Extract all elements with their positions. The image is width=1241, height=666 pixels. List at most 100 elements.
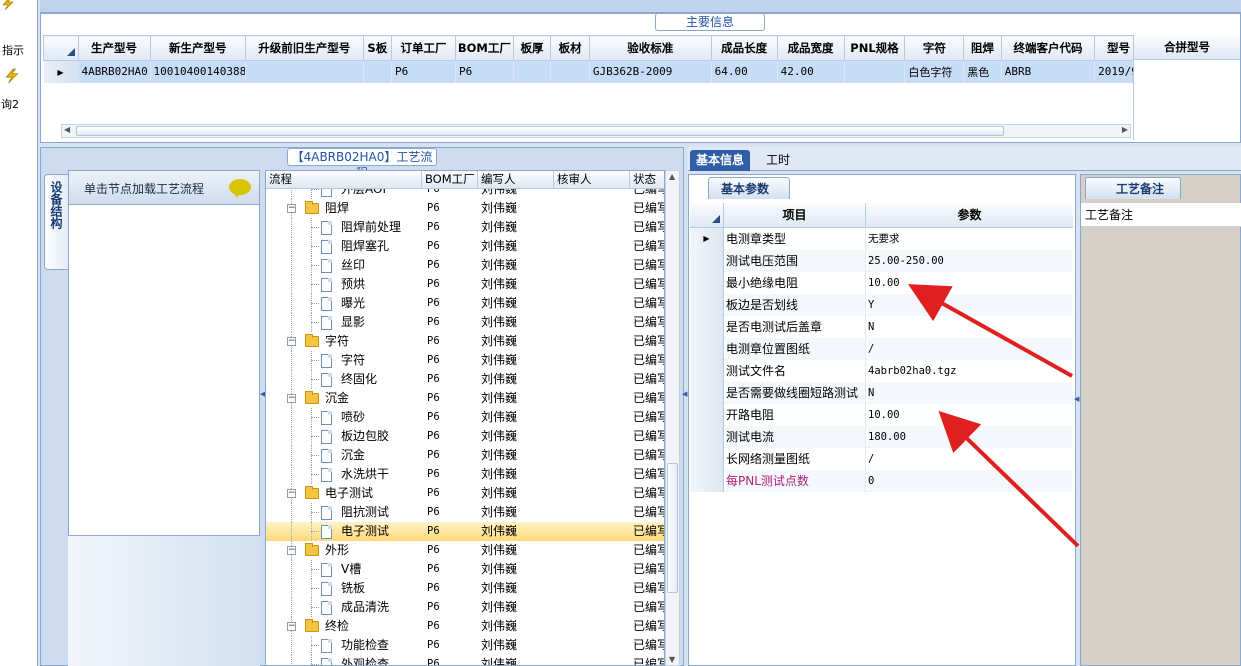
col-status[interactable]: 状态: [630, 171, 664, 189]
tree-row[interactable]: 板边包胶 P6 刘伟巍 已编写: [266, 427, 664, 446]
scroll-left-icon[interactable]: ◀: [64, 125, 70, 134]
param-row[interactable]: 开路电阻 10.00: [690, 404, 1073, 426]
tree-row[interactable]: 功能检查 P6 刘伟巍 已编写: [266, 636, 664, 655]
table-cell[interactable]: 4ABRB02HA0: [78, 60, 151, 83]
table-cell[interactable]: 黑色: [963, 60, 1002, 83]
tree-row[interactable]: 阻焊塞孔 P6 刘伟巍 已编写: [266, 237, 664, 256]
column-header[interactable]: 成品宽度: [776, 35, 845, 61]
tree-row[interactable]: 曝光 P6 刘伟巍 已编写: [266, 294, 664, 313]
sidebar-item-label-1[interactable]: 询2: [1, 96, 37, 112]
scroll-down-icon[interactable]: ▼: [669, 655, 675, 664]
tree-row[interactable]: − 沉金 P6 刘伟巍 已编写: [266, 389, 664, 408]
col-flow[interactable]: 流程: [266, 171, 422, 189]
param-value[interactable]: /: [868, 448, 1073, 470]
row-indicator[interactable]: [690, 250, 724, 272]
scroll-thumb[interactable]: [76, 126, 1004, 136]
row-indicator[interactable]: [690, 470, 724, 492]
table-cell[interactable]: [550, 60, 590, 83]
param-value[interactable]: 4abrb02ha0.tgz: [868, 360, 1073, 382]
collapse-icon[interactable]: −: [287, 489, 296, 498]
param-row[interactable]: 电测章位置图纸 /: [690, 338, 1073, 360]
col-param[interactable]: 参数: [866, 203, 1073, 228]
param-row[interactable]: 是否电测试后盖章 N: [690, 316, 1073, 338]
tree-row[interactable]: − 阻焊 P6 刘伟巍 已编写: [266, 199, 664, 218]
row-indicator[interactable]: [690, 338, 724, 360]
column-header[interactable]: 成品长度: [710, 35, 778, 61]
table-cell[interactable]: [513, 60, 552, 83]
param-value[interactable]: 10.00: [868, 272, 1073, 294]
tree-row[interactable]: 字符 P6 刘伟巍 已编写: [266, 351, 664, 370]
row-indicator[interactable]: [690, 360, 724, 382]
splitter-left-icon[interactable]: ◀: [260, 390, 265, 410]
tree-row[interactable]: − 终检 P6 刘伟巍 已编写: [266, 617, 664, 636]
table-cell[interactable]: GJB362B-2009: [589, 60, 712, 83]
table-cell[interactable]: [245, 60, 364, 83]
param-row[interactable]: 测试文件名 4abrb02ha0.tgz: [690, 360, 1073, 382]
tree-row[interactable]: 阻抗测试 P6 刘伟巍 已编写: [266, 503, 664, 522]
column-header[interactable]: 板厚: [512, 35, 552, 61]
table-cell[interactable]: 64.00: [711, 60, 778, 83]
column-header[interactable]: 订单工厂: [391, 35, 456, 61]
tab-work-hours[interactable]: 工时: [760, 150, 796, 171]
table-cell[interactable]: 10010400140388: [150, 60, 246, 83]
param-value[interactable]: 10.00: [868, 404, 1073, 426]
param-value[interactable]: N: [868, 316, 1073, 338]
row-indicator[interactable]: [690, 382, 724, 404]
grid-corner[interactable]: [690, 203, 724, 228]
tree-vscrollbar[interactable]: ▲ ▼: [665, 170, 680, 666]
tree-row[interactable]: 外层AOI P6 刘伟巍 已编写: [266, 189, 664, 199]
tree-row[interactable]: 丝印 P6 刘伟巍 已编写: [266, 256, 664, 275]
sidebar-item-label-0[interactable]: 指示: [2, 42, 37, 58]
tree-row[interactable]: 预烘 P6 刘伟巍 已编写: [266, 275, 664, 294]
scroll-right-icon[interactable]: ▶: [1122, 125, 1128, 134]
column-header[interactable]: 型号: [1094, 35, 1133, 61]
tab-process-notes[interactable]: 工艺备注: [1085, 177, 1181, 199]
param-row[interactable]: 是否需要做线圈短路测试 N: [690, 382, 1073, 404]
column-header[interactable]: 阻焊: [963, 35, 1002, 61]
column-header[interactable]: 验收标准: [588, 35, 712, 61]
param-value[interactable]: /: [868, 338, 1073, 360]
tree-row[interactable]: − 电子测试 P6 刘伟巍 已编写: [266, 484, 664, 503]
row-indicator[interactable]: [690, 272, 724, 294]
tree-row[interactable]: 沉金 P6 刘伟巍 已编写: [266, 446, 664, 465]
param-value[interactable]: 0: [868, 470, 1073, 492]
param-row[interactable]: ▶ 电测章类型 无要求: [690, 228, 1073, 250]
column-header[interactable]: S板: [362, 35, 393, 61]
column-header[interactable]: 生产型号: [77, 35, 151, 61]
table-cell[interactable]: 白色字符: [904, 60, 965, 83]
grid-corner[interactable]: [43, 35, 79, 61]
tab-basic-params[interactable]: 基本参数: [708, 177, 790, 199]
tree-row[interactable]: 显影 P6 刘伟巍 已编写: [266, 313, 664, 332]
collapse-icon[interactable]: −: [287, 394, 296, 403]
col-bom-factory[interactable]: BOM工厂: [422, 171, 478, 189]
param-row[interactable]: 板边是否划线 Y: [690, 294, 1073, 316]
table-cell[interactable]: ABRB: [1001, 60, 1096, 83]
splitter-right-icon[interactable]: ◀: [1074, 395, 1079, 403]
row-indicator[interactable]: ▶: [43, 60, 79, 83]
collapse-icon[interactable]: −: [287, 204, 296, 213]
col-reviewer[interactable]: 核审人: [554, 171, 630, 189]
main-info-hscrollbar[interactable]: ◀ ▶: [61, 124, 1131, 138]
param-row[interactable]: 测试电压范围 25.00-250.00: [690, 250, 1073, 272]
param-row[interactable]: 每PNL测试点数 0: [690, 470, 1073, 492]
tree-row[interactable]: 水洗烘干 P6 刘伟巍 已编写: [266, 465, 664, 484]
table-cell[interactable]: [844, 60, 906, 83]
param-value[interactable]: 25.00-250.00: [868, 250, 1073, 272]
row-indicator[interactable]: [690, 448, 724, 470]
param-value[interactable]: Y: [868, 294, 1073, 316]
collapse-icon[interactable]: −: [287, 546, 296, 555]
column-header[interactable]: BOM工厂: [454, 35, 514, 61]
tree-row[interactable]: 成品清洗 P6 刘伟巍 已编写: [266, 598, 664, 617]
row-indicator[interactable]: [690, 426, 724, 448]
table-cell[interactable]: P6: [455, 60, 514, 83]
column-header[interactable]: 终端客户代码: [1000, 35, 1096, 61]
param-value[interactable]: 无要求: [868, 228, 1073, 250]
tree-row[interactable]: V槽 P6 刘伟巍 已编写: [266, 560, 664, 579]
col-author[interactable]: 编写人: [478, 171, 554, 189]
tree-row[interactable]: 阻焊前处理 P6 刘伟巍 已编写: [266, 218, 664, 237]
column-header[interactable]: 升级前旧生产型号: [244, 35, 364, 61]
col-item[interactable]: 项目: [724, 203, 866, 228]
column-header[interactable]: 新生产型号: [149, 35, 246, 61]
row-indicator[interactable]: [690, 294, 724, 316]
table-row[interactable]: ▶ 4ABRB02HA0 10010400140388 P6 P6 GJB362B-20…: [43, 60, 1133, 83]
